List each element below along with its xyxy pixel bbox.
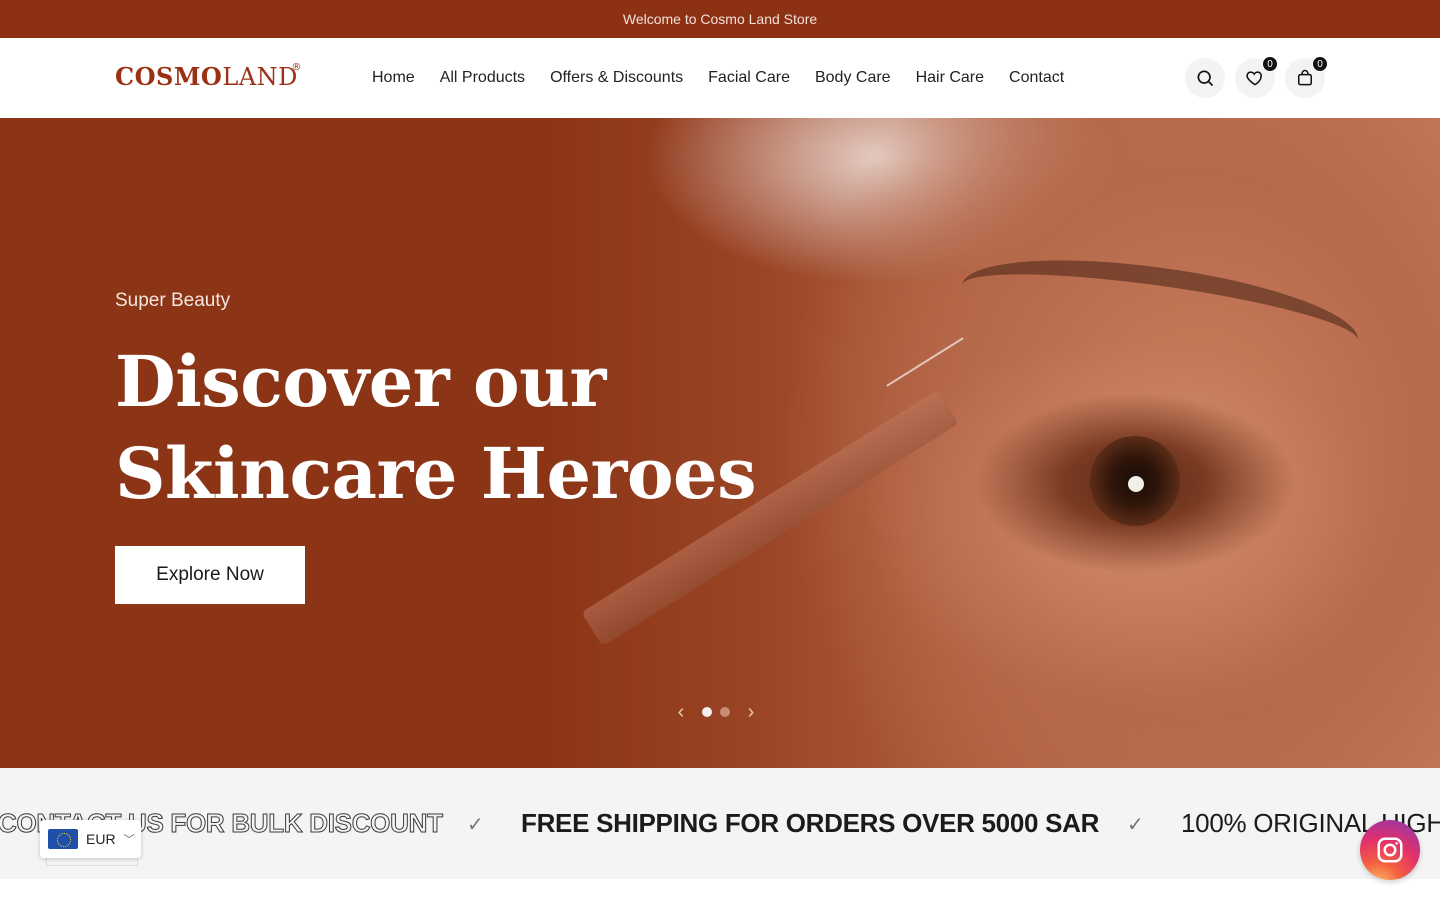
slider-dot-2[interactable] xyxy=(720,707,730,717)
heart-icon xyxy=(1246,71,1262,86)
chevron-left-icon[interactable]: ‹ xyxy=(672,702,690,722)
explore-now-button[interactable]: Explore Now xyxy=(115,546,305,604)
hero-title-line-1: Discover our xyxy=(115,340,606,423)
check-icon: ✓ xyxy=(467,814,484,836)
announcement-text: Welcome to Cosmo Land Store xyxy=(622,11,818,27)
marquee-item-free-shipping: FREE SHIPPING FOR ORDERS OVER 5000 SAR xyxy=(521,808,1100,838)
logo-part-1: COSMO xyxy=(115,62,223,91)
search-button[interactable] xyxy=(1185,58,1225,98)
hero-subtitle: Super Beauty xyxy=(115,290,231,311)
nav-home[interactable]: Home xyxy=(372,69,415,87)
nav-facial-care[interactable]: Facial Care xyxy=(708,69,790,87)
slider-controls: ‹ › xyxy=(672,702,760,722)
main-nav: Home All Products Offers & Discounts Fac… xyxy=(372,38,1064,118)
bag-icon xyxy=(1298,69,1312,86)
instagram-icon xyxy=(1377,837,1403,863)
slider-dot-1[interactable] xyxy=(702,707,712,717)
announcement-bar: Welcome to Cosmo Land Store xyxy=(0,0,1440,38)
nav-body-care[interactable]: Body Care xyxy=(815,69,891,87)
currency-code: EUR xyxy=(86,831,116,847)
hero-title: Discover our Skincare Heroes xyxy=(115,336,815,520)
cart-count-badge: 0 xyxy=(1312,56,1328,72)
nav-offers-discounts[interactable]: Offers & Discounts xyxy=(550,69,683,87)
hero-eye-glint xyxy=(1128,476,1144,492)
logo[interactable]: COSMOLAND ® xyxy=(115,62,301,91)
chevron-right-icon[interactable]: › xyxy=(742,702,760,722)
wishlist-count-badge: 0 xyxy=(1262,56,1278,72)
header-actions: 0 0 xyxy=(1185,56,1328,98)
instagram-button[interactable] xyxy=(1360,820,1420,880)
promo-marquee: CONTACT US FOR BULK DISCOUNT ✓ FREE SHIP… xyxy=(0,768,1440,879)
wishlist-button[interactable]: 0 xyxy=(1235,56,1278,98)
currency-selector-shadow xyxy=(46,858,138,866)
logo-part-2: LAND xyxy=(222,63,298,91)
eu-flag-icon xyxy=(48,829,78,849)
nav-hair-care[interactable]: Hair Care xyxy=(916,69,984,87)
check-icon: ✓ xyxy=(1127,814,1144,836)
nav-all-products[interactable]: All Products xyxy=(440,69,525,87)
site-header: COSMOLAND ® Home All Products Offers & Di… xyxy=(0,38,1440,118)
registered-mark: ® xyxy=(291,62,302,73)
currency-selector[interactable]: EUR ﹀ xyxy=(40,820,141,858)
search-icon xyxy=(1197,70,1214,87)
chevron-down-icon: ﹀ xyxy=(123,834,135,846)
nav-contact[interactable]: Contact xyxy=(1009,69,1064,87)
slider-dots xyxy=(702,707,730,717)
hero-slider: Super Beauty Discover our Skincare Heroe… xyxy=(0,118,1440,768)
cart-button[interactable]: 0 xyxy=(1285,56,1328,98)
hero-title-line-2: Skincare Heroes xyxy=(115,432,757,515)
